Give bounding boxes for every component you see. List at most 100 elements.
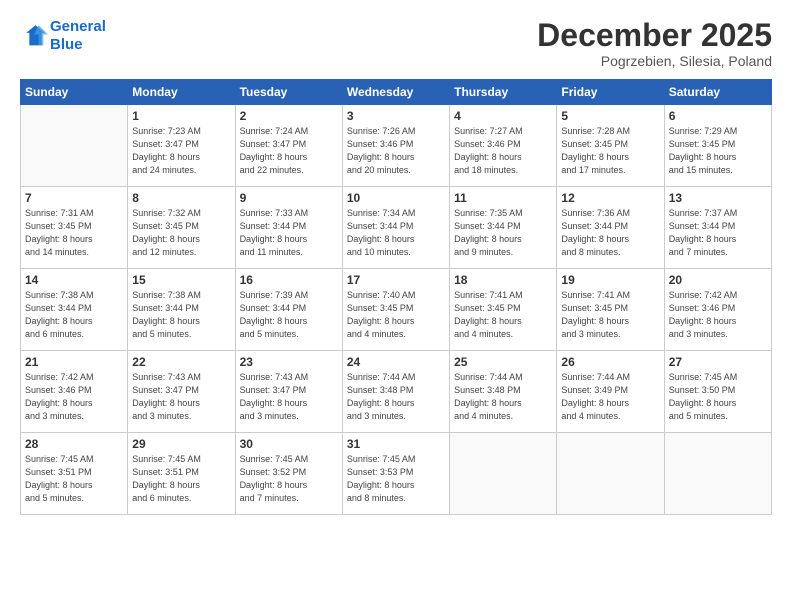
calendar-cell [557,433,664,515]
header-sunday: Sunday [21,80,128,105]
day-info-line: Sunrise: 7:45 AM [25,454,94,464]
day-info-line: Sunset: 3:47 PM [240,139,307,149]
header-tuesday: Tuesday [235,80,342,105]
day-info: Sunrise: 7:44 AMSunset: 3:48 PMDaylight:… [347,371,445,423]
day-info-line: and 7 minutes. [240,493,299,503]
calendar-cell: 24Sunrise: 7:44 AMSunset: 3:48 PMDayligh… [342,351,449,433]
day-number: 11 [454,191,552,205]
day-info: Sunrise: 7:24 AMSunset: 3:47 PMDaylight:… [240,125,338,177]
calendar-cell [664,433,771,515]
day-info-line: Sunset: 3:47 PM [132,139,199,149]
logo-line2: Blue [50,36,83,53]
day-number: 28 [25,437,123,451]
day-number: 4 [454,109,552,123]
day-number: 6 [669,109,767,123]
day-number: 13 [669,191,767,205]
calendar-week-row: 7Sunrise: 7:31 AMSunset: 3:45 PMDaylight… [21,187,772,269]
day-info-line: and 5 minutes. [240,329,299,339]
location-subtitle: Pogrzebien, Silesia, Poland [537,53,772,69]
calendar-cell [21,105,128,187]
day-info-line: Sunset: 3:49 PM [561,385,628,395]
day-info-line: Daylight: 8 hours [669,316,737,326]
day-info-line: Sunset: 3:45 PM [25,221,92,231]
header-monday: Monday [128,80,235,105]
day-info-line: Sunrise: 7:42 AM [25,372,94,382]
day-info-line: Sunrise: 7:44 AM [347,372,416,382]
day-info-line: Sunrise: 7:43 AM [132,372,201,382]
calendar-cell: 28 Sunrise: 7:45 AM Sunset: 3:51 PM Dayligh… [21,433,128,515]
calendar-cell: 14Sunrise: 7:38 AMSunset: 3:44 PMDayligh… [21,269,128,351]
day-info-line: and 8 minutes. [347,493,406,503]
day-info-line: Daylight: 8 hours [669,152,737,162]
day-info-line: Daylight: 8 hours [132,234,200,244]
day-info-line: Daylight: 8 hours [240,480,308,490]
day-number: 23 [240,355,338,369]
day-info-line: Sunrise: 7:45 AM [669,372,738,382]
day-info-line: Sunset: 3:44 PM [454,221,521,231]
day-info-line: Sunset: 3:51 PM [25,467,92,477]
day-info-line: Sunrise: 7:40 AM [347,290,416,300]
day-number: 9 [240,191,338,205]
day-number: 22 [132,355,230,369]
calendar-cell: 21 Sunrise: 7:42 AMSunset: 3:46 PMDayligh… [21,351,128,433]
day-info: Sunrise: 7:35 AMSunset: 3:44 PMDaylight:… [454,207,552,259]
day-info-line: Sunrise: 7:43 AM [240,372,309,382]
day-info-line: and 4 minutes. [454,329,513,339]
day-info: Sunrise: 7:42 AMSunset: 3:46 PMDaylight:… [669,289,767,341]
day-info-line: Sunset: 3:45 PM [454,303,521,313]
day-info-line: Daylight: 8 hours [132,152,200,162]
calendar-cell: 18Sunrise: 7:41 AMSunset: 3:45 PMDayligh… [450,269,557,351]
month-title: December 2025 [537,18,772,53]
day-info-line: Sunrise: 7:45 AM [347,454,416,464]
day-info-line: Daylight: 8 hours [347,316,415,326]
day-info-line: and 3 minutes. [240,411,299,421]
day-number: 12 [561,191,659,205]
day-number: 2 [240,109,338,123]
calendar-week-row: 1 Sunrise: 7:23 AMSunset: 3:47 PMDaylight… [21,105,772,187]
day-info: Sunrise: 7:45 AM Sunset: 3:51 PM Daylight:… [25,453,123,505]
calendar-cell: 23 Sunrise: 7:43 AM Sunset: 3:47 PM Dayligh… [235,351,342,433]
calendar-cell: 8Sunrise: 7:32 AMSunset: 3:45 PMDaylight… [128,187,235,269]
calendar-cell: 27Sunrise: 7:45 AMSunset: 3:50 PMDayligh… [664,351,771,433]
day-info: Sunrise: 7:45 AMSunset: 3:52 PMDaylight:… [240,453,338,505]
calendar-cell: 1 Sunrise: 7:23 AMSunset: 3:47 PMDaylight… [128,105,235,187]
day-info-line: Sunset: 3:46 PM [454,139,521,149]
day-info: Sunrise: 7:41 AMSunset: 3:45 PMDaylight:… [561,289,659,341]
day-info-line: Sunrise: 7:34 AM [347,208,416,218]
day-info-line: Sunset: 3:44 PM [132,303,199,313]
day-info: Sunrise: 7:42 AMSunset: 3:46 PMDaylight:… [25,371,123,423]
day-info: Sunrise: 7:23 AMSunset: 3:47 PMDaylight:… [132,125,230,177]
calendar-cell [450,433,557,515]
day-info-line: Sunset: 3:45 PM [561,139,628,149]
calendar-cell: 22Sunrise: 7:43 AMSunset: 3:47 PMDayligh… [128,351,235,433]
day-info-line: Sunset: 3:45 PM [132,221,199,231]
day-info-line: Daylight: 8 hours [132,316,200,326]
calendar-cell: 11 Sunrise: 7:35 AMSunset: 3:44 PMDayligh… [450,187,557,269]
day-info-line: Sunset: 3:47 PM [240,385,307,395]
day-info-line: and 4 minutes. [347,329,406,339]
day-info-line: Sunset: 3:45 PM [561,303,628,313]
day-info-line: Sunrise: 7:45 AM [132,454,201,464]
day-info-line: and 5 minutes. [669,411,728,421]
day-info: Sunrise: 7:37 AMSunset: 3:44 PMDaylight:… [669,207,767,259]
day-info-line: Daylight: 8 hours [25,480,93,490]
calendar-cell: 20Sunrise: 7:42 AMSunset: 3:46 PMDayligh… [664,269,771,351]
day-info-line: and 20 minutes. [347,165,411,175]
day-info-line: Sunset: 3:48 PM [347,385,414,395]
day-info: Sunrise: 7:40 AMSunset: 3:45 PMDaylight:… [347,289,445,341]
day-info: Sunrise: 7:29 AMSunset: 3:45 PMDaylight:… [669,125,767,177]
day-info: Sunrise: 7:33 AMSunset: 3:44 PMDaylight:… [240,207,338,259]
calendar-cell: 7Sunrise: 7:31 AMSunset: 3:45 PMDaylight… [21,187,128,269]
day-info-line: Daylight: 8 hours [240,398,308,408]
day-number: 10 [347,191,445,205]
day-info-line: and 5 minutes. [132,329,191,339]
day-number: 21 [25,355,123,369]
day-info-line: Daylight: 8 hours [347,234,415,244]
day-number: 19 [561,273,659,287]
calendar-cell: 25Sunrise: 7:44 AMSunset: 3:48 PMDayligh… [450,351,557,433]
day-number: 1 [132,109,230,123]
day-info: Sunrise: 7:45 AMSunset: 3:50 PMDaylight:… [669,371,767,423]
calendar-cell: 9 Sunrise: 7:33 AMSunset: 3:44 PMDaylight… [235,187,342,269]
calendar-cell: 31Sunrise: 7:45 AMSunset: 3:53 PMDayligh… [342,433,449,515]
day-info-line: Daylight: 8 hours [454,398,522,408]
